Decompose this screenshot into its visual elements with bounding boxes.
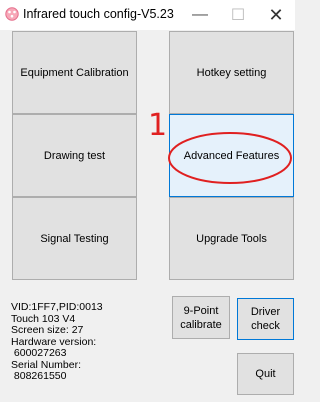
annotation-ellipse [168,132,292,184]
annotation-number: 1 [148,108,168,143]
nine-point-calibrate-button[interactable]: 9-Point calibrate [172,296,230,339]
title-bar: Infrared touch config-V5.23 — ☐ ✕ [0,0,295,30]
driver-check-button[interactable]: Driver check [237,298,294,340]
upgrade-tools-button[interactable]: Upgrade Tools [169,197,294,280]
serial-number-value: 808261550 [11,370,67,382]
signal-testing-button[interactable]: Signal Testing [12,197,137,280]
maximize-button[interactable]: ☐ [219,0,257,30]
window-title: Infrared touch config-V5.23 [23,7,174,21]
quit-button[interactable]: Quit [237,353,294,395]
device-screen-size: Screen size: 27 [11,324,84,336]
maximize-icon: ☐ [230,7,246,24]
minimize-icon: — [192,6,208,23]
minimize-button[interactable]: — [181,0,219,30]
hardware-version-value: 600027263 [11,347,67,359]
equipment-calibration-button[interactable]: Equipment Calibration [12,31,137,114]
app-icon [5,7,19,21]
close-button[interactable]: ✕ [257,0,295,30]
device-info: VID:1FF7,PID:0013 Touch 103 V4 Screen si… [11,301,103,383]
drawing-test-button[interactable]: Drawing test [12,114,137,197]
hotkey-setting-button[interactable]: Hotkey setting [169,31,294,114]
close-icon: ✕ [268,4,284,25]
device-vid-pid: VID:1FF7,PID:0013 [11,301,103,313]
